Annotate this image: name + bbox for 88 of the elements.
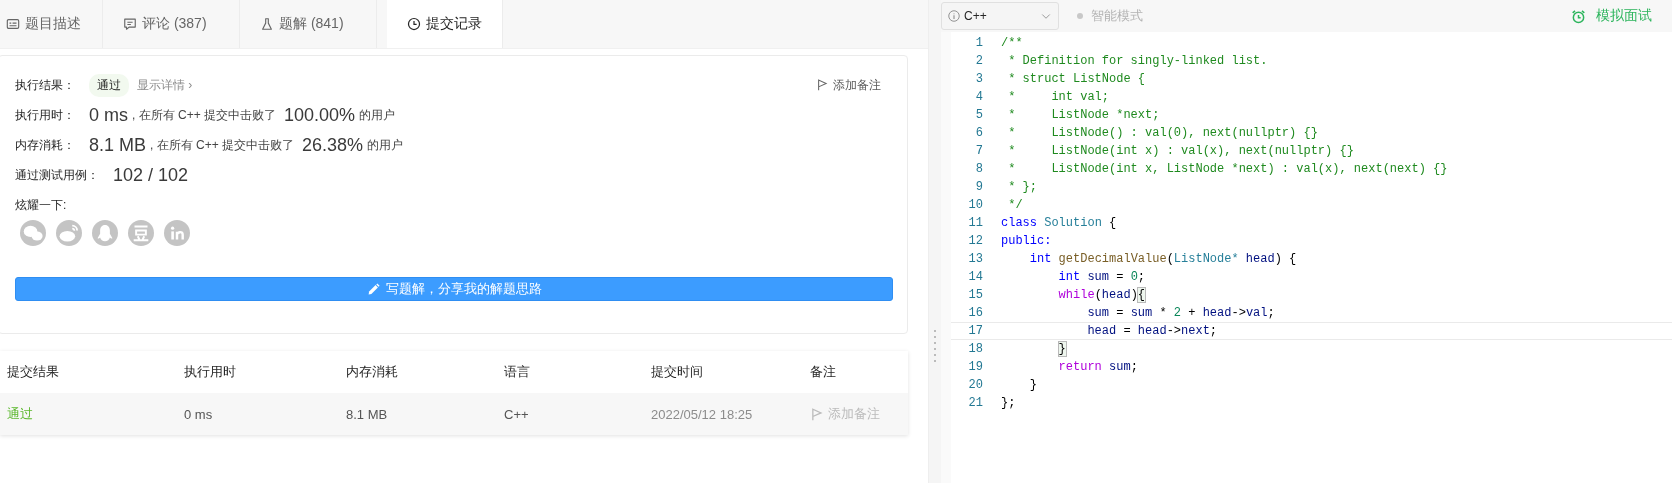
- line-number: 7: [974, 144, 983, 158]
- status-badge: 通过: [89, 73, 129, 97]
- penguin-icon[interactable]: [92, 220, 118, 246]
- comment-icon: [123, 17, 137, 31]
- column-header: 提交结果: [7, 363, 60, 381]
- code-line: while(head){: [1057, 288, 1146, 302]
- linkedin-icon[interactable]: [164, 220, 190, 246]
- field-label: 执行用时：: [15, 106, 75, 124]
- alarm-clock-icon: [1571, 8, 1586, 24]
- stat-text: , 在所有 C++ 提交中击败了: [150, 136, 295, 154]
- clock-icon: [407, 17, 421, 31]
- line-number: 3: [974, 72, 983, 86]
- line-number: 17: [967, 324, 983, 338]
- line-number: 21: [967, 396, 983, 410]
- line-number: 8: [974, 162, 983, 176]
- pencil-icon: [366, 282, 380, 296]
- code-line: }: [1028, 378, 1037, 392]
- line-number: 6: [974, 126, 983, 140]
- field-label: 通过测试用例：: [15, 166, 99, 184]
- field-label: 执行结果：: [15, 76, 75, 94]
- line-number: 9: [974, 180, 983, 194]
- flag-icon: [816, 79, 828, 91]
- code-line: * ListNode(int x) : val(x), next(nullptr) {}: [1007, 144, 1354, 158]
- code-line: head = head->next;: [1086, 324, 1218, 338]
- tab[interactable]: 提交记录: [387, 0, 503, 48]
- code-line: /**: [1001, 36, 1023, 50]
- flask-icon: [260, 17, 274, 31]
- code-line: * int val;: [1007, 90, 1110, 104]
- code-line: * ListNode(int x, ListNode *next) : val(x), next(next) {}: [1007, 162, 1448, 176]
- info-icon: [948, 10, 960, 22]
- code-line: * ListNode *next;: [1007, 108, 1160, 122]
- weibo-icon[interactable]: [56, 220, 82, 246]
- card-icon: [6, 17, 20, 31]
- field-label: 内存消耗：: [15, 136, 75, 154]
- code-line: */: [1007, 198, 1023, 212]
- line-number: 11: [967, 216, 983, 230]
- line-number: 16: [967, 306, 983, 320]
- add-note-button[interactable]: 添加备注: [816, 76, 881, 94]
- line-number: 14: [967, 270, 983, 284]
- code-line: * };: [1007, 180, 1037, 194]
- column-header: 执行用时: [184, 363, 237, 381]
- line-number: 12: [967, 234, 983, 248]
- tab[interactable]: 题目描述: [0, 0, 103, 48]
- stat-text: , 在所有 C++ 提交中击败了: [132, 106, 277, 124]
- line-number: 10: [967, 198, 983, 212]
- field-label: 炫耀一下:: [15, 196, 67, 214]
- line-number: 18: [967, 342, 983, 356]
- column-header: 内存消耗: [346, 363, 399, 381]
- table-cell-text: 8.1 MB: [346, 406, 389, 422]
- flag-icon: [810, 407, 823, 421]
- column-header: 语言: [504, 363, 531, 381]
- table-cell-text: C++: [504, 406, 530, 422]
- line-number: 1: [974, 36, 983, 50]
- details-link[interactable]: 显示详情 ›: [137, 76, 193, 94]
- column-header: 提交时间: [651, 363, 704, 381]
- code-line: return sum;: [1057, 360, 1138, 374]
- test-count: 102 / 102: [113, 164, 189, 186]
- stat-percent: 100.00%: [284, 104, 356, 126]
- line-number: 13: [967, 252, 983, 266]
- wechat-icon[interactable]: [20, 220, 46, 246]
- line-number: 2: [974, 54, 983, 68]
- line-number: 19: [967, 360, 983, 374]
- splitter-handle[interactable]: [928, 0, 941, 483]
- tab[interactable]: 题解 (841): [240, 0, 377, 48]
- line-number: 15: [967, 288, 983, 302]
- code-line: * ListNode() : val(0), next(nullptr) {}: [1007, 126, 1318, 140]
- line-number: 5: [974, 108, 983, 122]
- stat-value: 8.1 MB: [89, 134, 147, 156]
- code-line: * struct ListNode {: [1007, 72, 1146, 86]
- language-dropdown[interactable]: C++: [941, 2, 1059, 30]
- code-line: public:: [1001, 234, 1052, 248]
- line-number: 4: [974, 90, 983, 104]
- stat-percent: 26.38%: [302, 134, 364, 156]
- code-line: sum = sum * 2 + head->val;: [1086, 306, 1275, 320]
- code-line: int sum = 0;: [1057, 270, 1146, 284]
- table-cell-text: 2022/05/12 18:25: [651, 406, 754, 422]
- line-number: 20: [967, 378, 983, 392]
- table-cell-text: 0 ms: [184, 406, 214, 422]
- code-line: class Solution {: [1001, 216, 1117, 230]
- stat-text: 的用户: [367, 136, 404, 154]
- code-line: int getDecimalValue(ListNode* head) {: [1028, 252, 1297, 266]
- column-header: 备注: [810, 363, 837, 381]
- stat-value: 0 ms: [89, 104, 128, 126]
- stat-text: 的用户: [359, 106, 396, 124]
- code-line: };: [1001, 396, 1016, 410]
- bean-icon[interactable]: [128, 220, 154, 246]
- code-line: * Definition for singly-linked list.: [1007, 54, 1268, 68]
- tab[interactable]: 评论 (387): [103, 0, 240, 48]
